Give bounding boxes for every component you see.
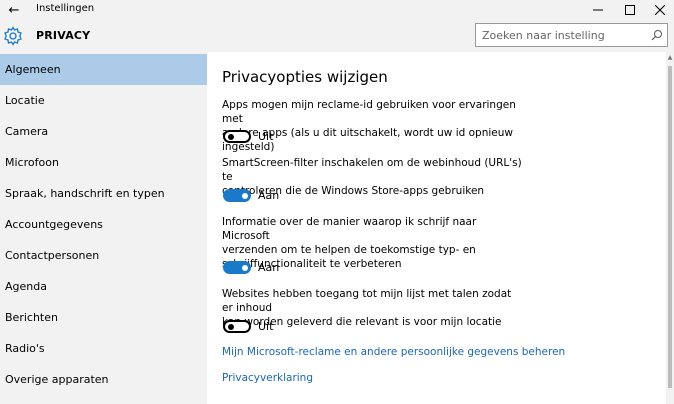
maximize-button[interactable] xyxy=(614,0,646,20)
language-list-toggle[interactable] xyxy=(223,320,251,333)
scroll-up-icon[interactable]: ▲ xyxy=(666,52,674,64)
sidebar-item-berichten[interactable]: Berichten xyxy=(0,302,207,333)
smartscreen-toggle-state: Aan xyxy=(258,189,280,202)
description-line: SmartScreen-filter inschakelen om de web… xyxy=(222,157,522,183)
description-line: verzenden om te helpen de toekomstige ty… xyxy=(222,244,476,256)
sidebar-item-overige-apparaten[interactable]: Overige apparaten xyxy=(0,364,207,395)
sidebar-item-locatie[interactable]: Locatie xyxy=(0,85,207,116)
advertising-id-toggle[interactable] xyxy=(223,130,251,143)
section-heading: Privacyopties wijzigen xyxy=(222,68,388,86)
maximize-icon xyxy=(625,5,635,15)
back-button[interactable]: ← xyxy=(0,0,28,20)
back-arrow-icon: ← xyxy=(8,2,20,18)
description-line: Websites hebben toegang tot mijn lijst m… xyxy=(222,288,512,314)
toggle-knob xyxy=(228,133,234,140)
minimize-button[interactable] xyxy=(582,0,614,20)
scrollbar[interactable]: ▲ xyxy=(666,52,674,404)
toggle-knob xyxy=(228,323,234,330)
header: PRIVACY xyxy=(0,20,674,52)
sidebar-item-spraak[interactable]: Spraak, handschrift en typen xyxy=(0,178,207,209)
manage-ads-link[interactable]: Mijn Microsoft-reclame en andere persoon… xyxy=(222,346,565,358)
minimize-icon xyxy=(593,9,603,11)
title-bar: ← Instellingen xyxy=(0,0,674,20)
smartscreen-toggle[interactable] xyxy=(223,189,251,202)
page-title: PRIVACY xyxy=(36,29,91,42)
sidebar-item-camera[interactable]: Camera xyxy=(0,116,207,147)
scrollbar-thumb[interactable] xyxy=(668,66,672,388)
close-icon xyxy=(655,5,665,15)
privacy-statement-link[interactable]: Privacyverklaring xyxy=(222,372,313,384)
typing-info-toggle[interactable] xyxy=(223,261,251,274)
language-list-toggle-state: Uit xyxy=(258,320,274,333)
description-line: Informatie over de manier waarop ik schr… xyxy=(222,216,477,242)
advertising-id-toggle-state: Uit xyxy=(258,130,274,143)
search-input[interactable] xyxy=(476,24,646,46)
description-line: Apps mogen mijn reclame-id gebruiken voo… xyxy=(222,99,516,125)
sidebar: Algemeen Locatie Camera Microfoon Spraak… xyxy=(0,52,207,404)
typing-info-toggle-state: Aan xyxy=(258,261,280,274)
sidebar-item-accountgegevens[interactable]: Accountgegevens xyxy=(0,209,207,240)
toggle-knob xyxy=(242,264,248,271)
search-icon[interactable] xyxy=(651,29,663,41)
option-advertising-id-description: Apps mogen mijn reclame-id gebruiken voo… xyxy=(222,98,522,154)
close-button[interactable] xyxy=(644,0,674,20)
sidebar-item-microfoon[interactable]: Microfoon xyxy=(0,147,207,178)
app-title: Instellingen xyxy=(36,3,95,14)
sidebar-item-algemeen[interactable]: Algemeen xyxy=(0,54,207,85)
sidebar-item-agenda[interactable]: Agenda xyxy=(0,271,207,302)
toggle-knob xyxy=(242,192,248,199)
sidebar-item-contactpersonen[interactable]: Contactpersonen xyxy=(0,240,207,271)
search-box[interactable] xyxy=(475,23,668,47)
gear-icon xyxy=(4,26,22,46)
main-content: Privacyopties wijzigen Apps mogen mijn r… xyxy=(207,52,666,404)
sidebar-item-radios[interactable]: Radio's xyxy=(0,333,207,364)
